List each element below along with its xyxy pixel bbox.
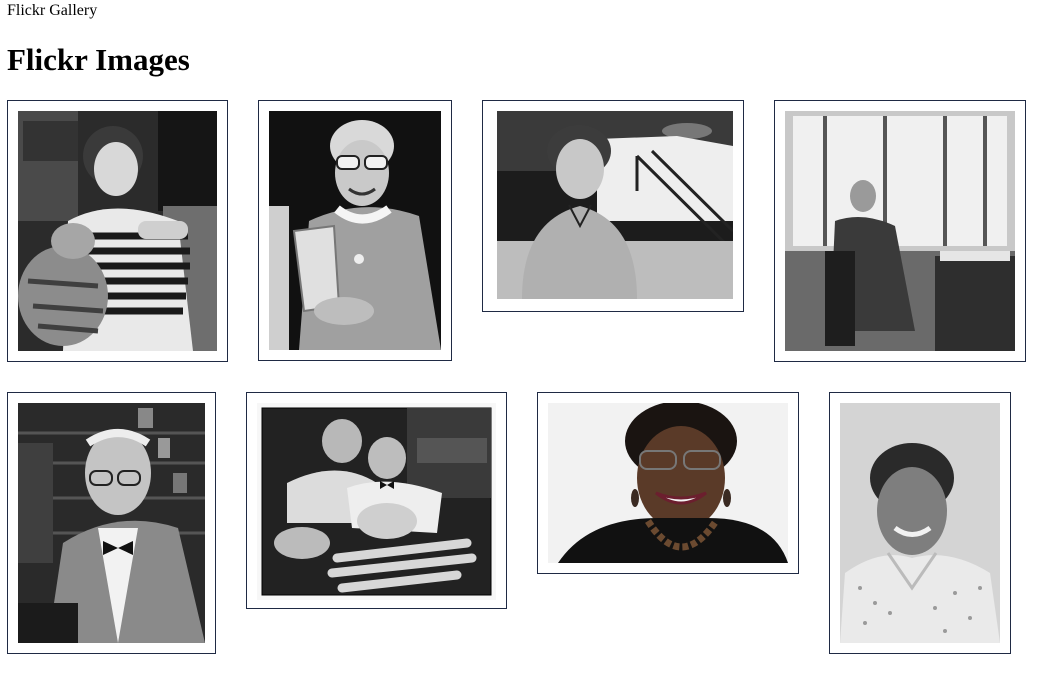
photo-woman-with-tiger-cub [18, 111, 217, 351]
photo-man-with-bow-tie [18, 403, 205, 643]
gallery-photo-3[interactable] [482, 100, 744, 312]
window-title: Flickr Gallery [7, 2, 98, 19]
photo-men-examining-crabs [257, 403, 496, 600]
gallery-photo-5[interactable] [7, 392, 216, 654]
gallery-photo-1[interactable] [7, 100, 228, 362]
gallery-photo-4[interactable] [774, 100, 1026, 362]
photo-woman-holding-glass [269, 111, 441, 350]
photo-woman-by-window [785, 111, 1015, 351]
gallery-photo-2[interactable] [258, 100, 452, 361]
photo-woman-polka-dot-blouse [840, 403, 1000, 643]
photo-woman-by-building [497, 111, 733, 299]
photo-woman-with-necklace [548, 403, 788, 563]
page-title: Flickr Images [7, 42, 190, 77]
gallery-photo-8[interactable] [829, 392, 1011, 654]
gallery-photo-7[interactable] [537, 392, 799, 574]
gallery-photo-6[interactable] [246, 392, 507, 609]
